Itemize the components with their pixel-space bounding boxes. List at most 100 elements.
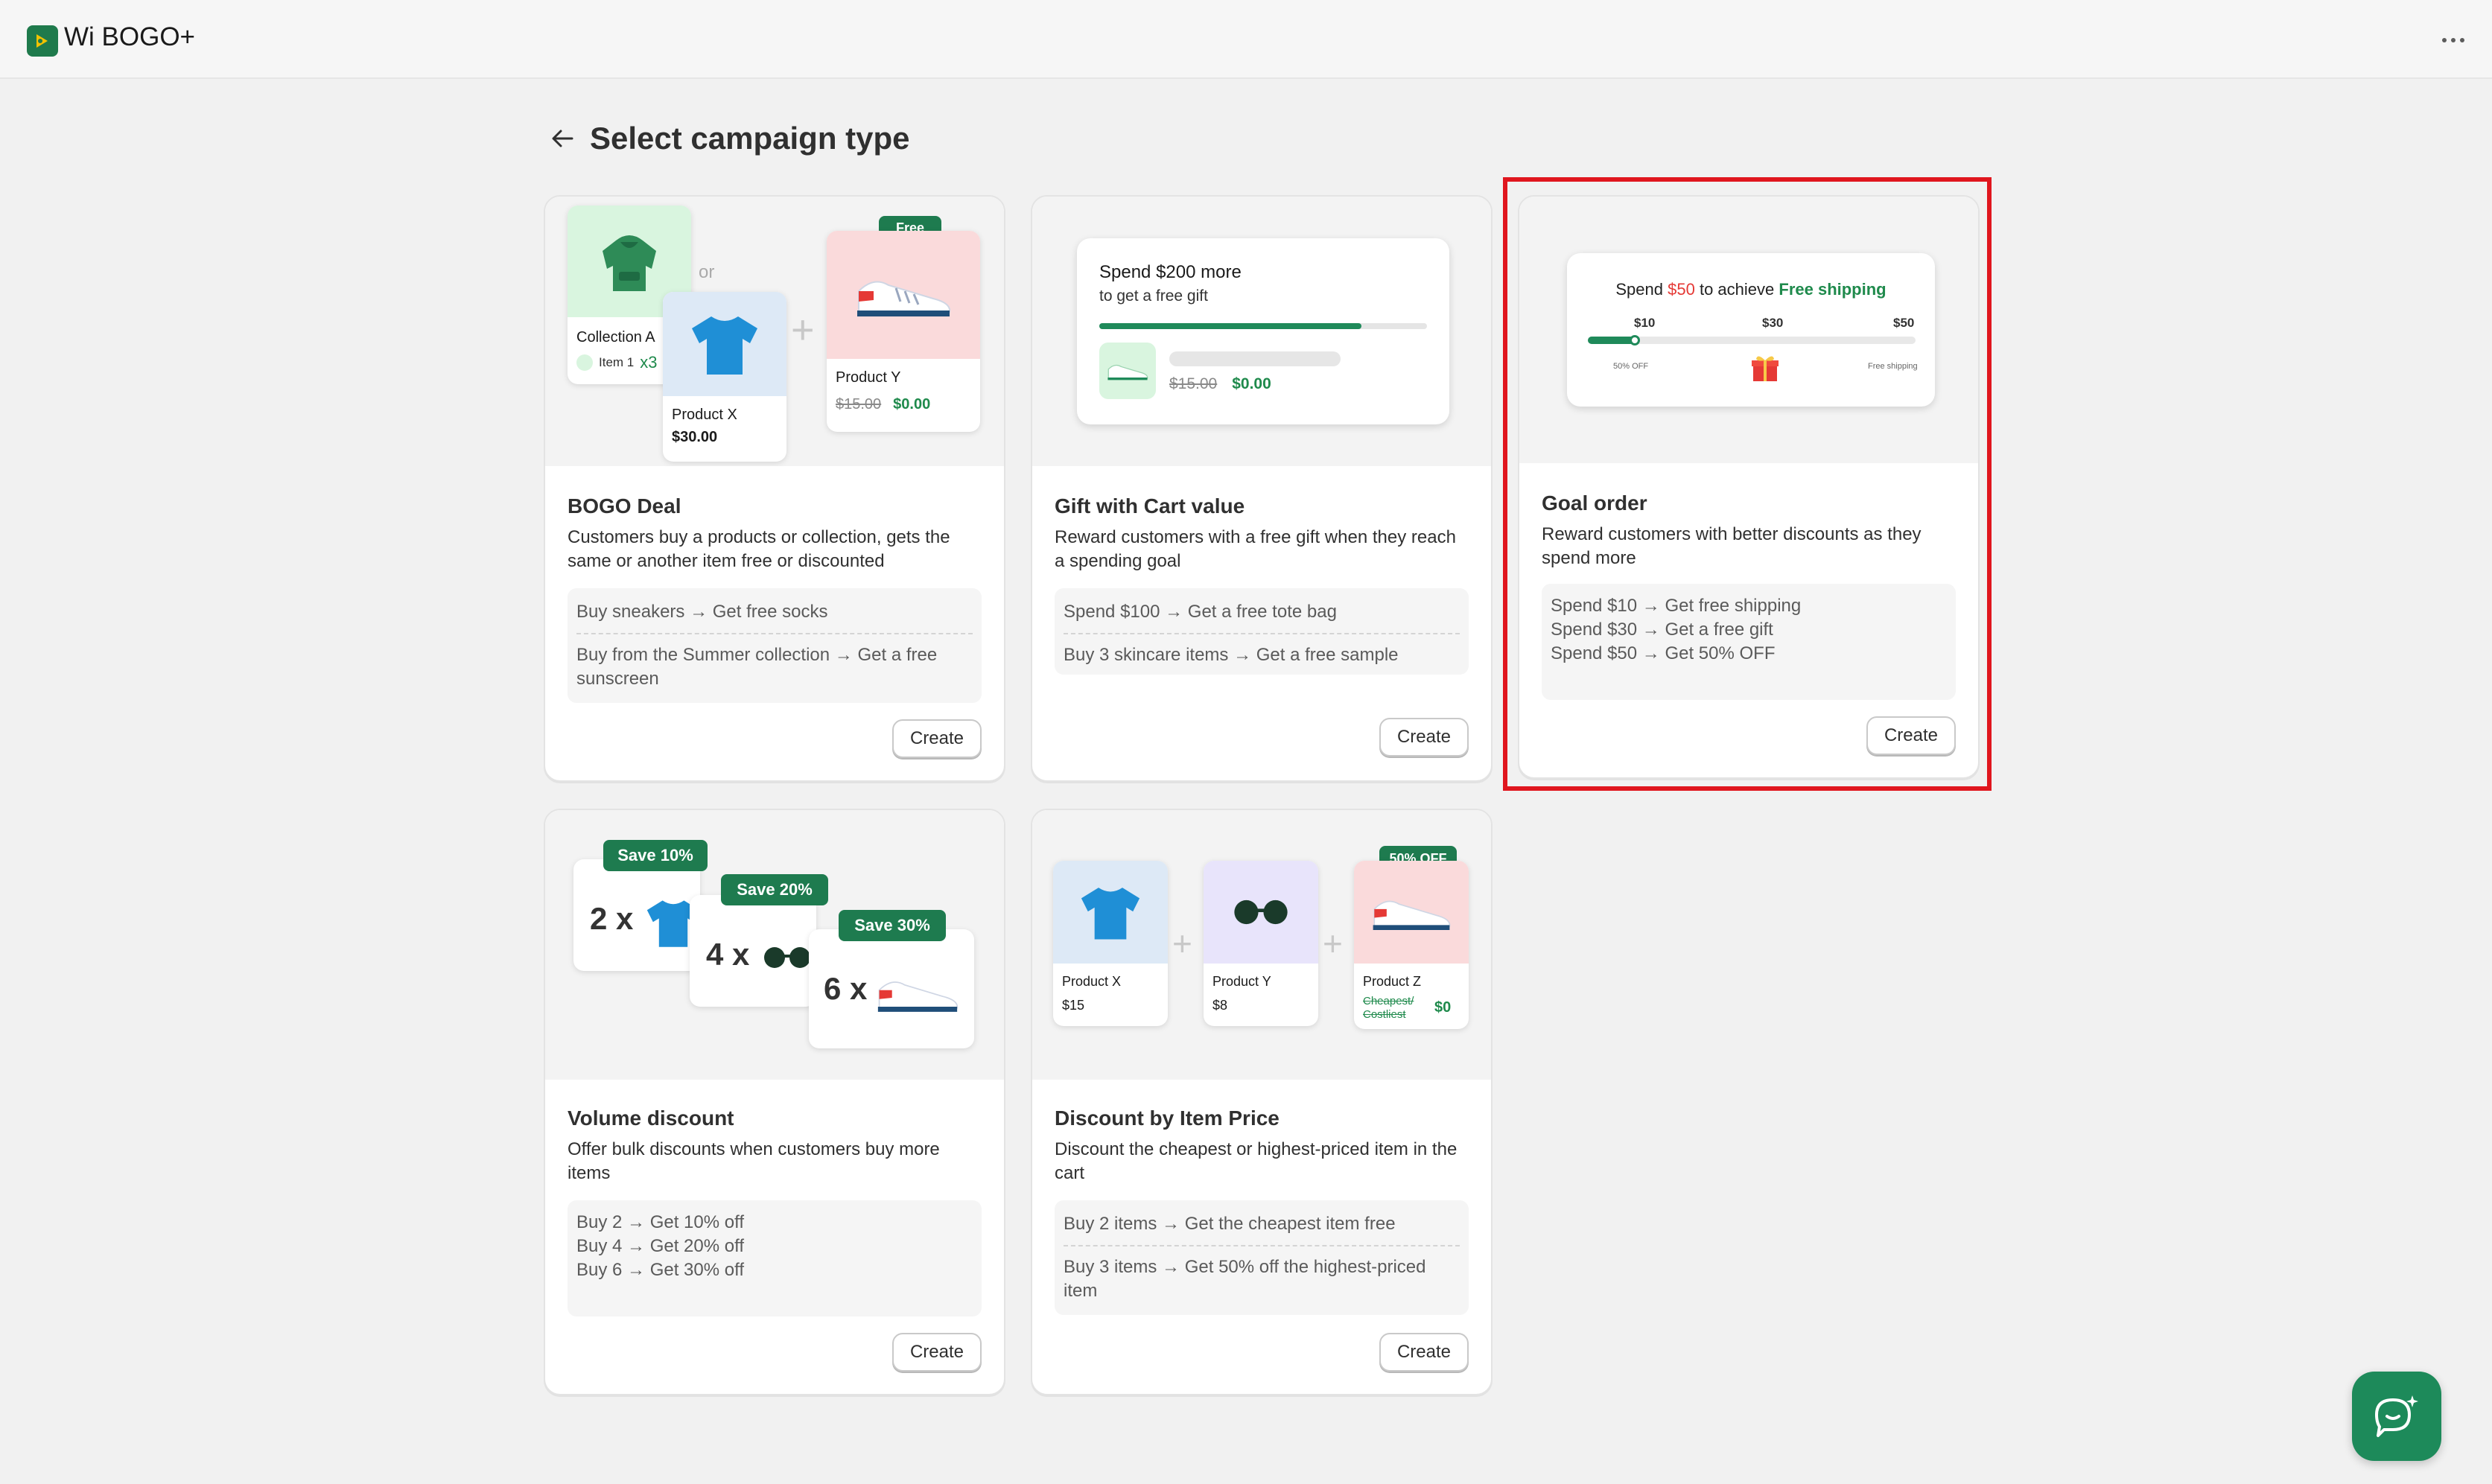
product-y-label: Product Y [836, 369, 901, 386]
volume-tier-card: 4 x [690, 895, 816, 1007]
card-title: Volume discount [568, 1106, 734, 1130]
gift-sneaker-icon [1099, 343, 1156, 399]
create-button-goal[interactable]: Create [1866, 716, 1956, 755]
sunglasses-icon [1234, 899, 1288, 925]
gift-progress-panel: Spend $200 more to get a free gift $15.0… [1077, 238, 1449, 424]
goal-tier-reward: Free shipping [1868, 362, 1918, 371]
example-item: Buy sneakers → Get free socks [576, 602, 828, 622]
goal-tier-label: $50 [1893, 316, 1915, 330]
goal-reward: Free shipping [1779, 280, 1887, 299]
card-examples: Buy sneakers → Get free socks Buy from t… [568, 588, 982, 703]
volume-illustration: 2 x Save 10% 4 x Save 20% 6 x Save 30% [545, 810, 1004, 1080]
example-item: Buy 3 skincare items → Get a free sample [1064, 633, 1460, 672]
volume-qty: 2 x [590, 901, 634, 936]
product-name: Product Y [1212, 974, 1271, 989]
gift-illustration: Spend $200 more to get a free gift $15.0… [1032, 197, 1491, 466]
example-item: Buy 2 → Get 10% off [576, 1212, 745, 1232]
product-price: $15 [1062, 998, 1085, 1013]
tshirt-icon [1081, 888, 1140, 940]
chat-support-icon[interactable] [2352, 1372, 2441, 1461]
product-x-card: Product X $30.00 [663, 292, 786, 462]
goal-progress-track [1588, 335, 1916, 345]
create-button-bogo[interactable]: Create [891, 719, 982, 758]
product-y-new-price: $0.00 [893, 396, 931, 413]
tshirt-icon [692, 316, 757, 375]
card-title: Discount by Item Price [1055, 1106, 1280, 1130]
gift-subline: to get a free gift [1099, 287, 1208, 305]
product-y-old-price: $15.00 [836, 396, 882, 413]
sunglasses-icon [761, 943, 813, 976]
sneaker-icon [1373, 900, 1451, 931]
example-item: Spend $10 → Get free shipping [1551, 596, 1802, 616]
campaign-card-gift: Spend $200 more to get a free gift $15.0… [1031, 195, 1493, 782]
campaign-card-volume: 2 x Save 10% 4 x Save 20% 6 x Save 30% V… [544, 809, 1005, 1395]
goal-tier-reward: 50% OFF [1613, 362, 1649, 371]
gift-headline: Spend $200 more [1099, 262, 1242, 282]
campaign-card-bogo: Collection A Item 1 x3 or Product X $30.… [544, 195, 1005, 782]
example-item: Buy 6 → Get 30% off [576, 1260, 745, 1280]
create-button-item-price[interactable]: Create [1379, 1333, 1469, 1372]
volume-badge: Save 10% [603, 840, 708, 871]
product-x-price: $30.00 [672, 429, 718, 445]
card-examples: Spend $10 → Get free shipping Spend $30 … [1542, 584, 1956, 700]
card-description: Discount the cheapest or highest-priced … [1055, 1139, 1458, 1183]
page-header: Select campaign type [544, 118, 910, 159]
product-new-price: $0 [1434, 999, 1452, 1016]
volume-qty: 6 x [824, 971, 868, 1006]
create-button-volume[interactable]: Create [891, 1333, 982, 1372]
app-title: Wi BOGO+ [64, 22, 195, 51]
volume-tier-card: 2 x [573, 859, 700, 971]
card-title: BOGO Deal [568, 494, 681, 518]
example-item: Buy 4 → Get 20% off [576, 1236, 745, 1256]
item-price-illustration: Product X $15 + Product Y $8 + 50% OFF P… [1032, 810, 1491, 1080]
top-bar: Wi BOGO+ [0, 0, 2492, 79]
product-name: Product Z [1363, 974, 1422, 989]
card-description: Offer bulk discounts when customers buy … [568, 1139, 940, 1183]
volume-qty: 4 x [706, 937, 750, 972]
gift-old-price: $15.00 [1169, 375, 1218, 392]
create-button-gift[interactable]: Create [1379, 718, 1469, 757]
example-item: Spend $100 → Get a free tote bag [1064, 602, 1337, 622]
campaign-card-goal: Spend $50 to achieve Free shipping $10 $… [1518, 195, 1980, 779]
example-item: Buy 2 items → Get the cheapest item free [1064, 1214, 1396, 1234]
plus-icon: + [1323, 924, 1343, 963]
gift-progress-track [1099, 323, 1427, 329]
page-title: Select campaign type [590, 121, 910, 156]
card-title: Gift with Cart value [1055, 494, 1245, 518]
collection-label: Collection A [576, 329, 655, 345]
sneaker-icon [857, 281, 951, 316]
volume-badge: Save 20% [721, 874, 828, 905]
price-product-card: Product Y $8 [1204, 861, 1318, 1026]
gift-placeholder-bar [1169, 351, 1341, 366]
goal-text-mid: to achieve [1699, 280, 1775, 299]
item-label: Item 1 [599, 355, 635, 369]
plus-icon: + [791, 308, 815, 352]
card-examples: Spend $100 → Get a free tote bag Buy 3 s… [1055, 588, 1469, 675]
card-examples: Buy 2 → Get 10% off Buy 4 → Get 20% off … [568, 1200, 982, 1316]
more-options-icon[interactable] [2434, 27, 2473, 54]
product-price: $8 [1212, 998, 1228, 1013]
example-item: Spend $50 → Get 50% OFF [1551, 643, 1776, 663]
example-item: Buy 3 items → Get 50% off the highest-pr… [1064, 1245, 1460, 1308]
card-description: Reward customers with a free gift when t… [1055, 527, 1456, 571]
hoodie-mini-icon [576, 354, 593, 371]
sneaker-icon [873, 971, 962, 1019]
volume-tier-card: 6 x [809, 929, 974, 1048]
example-item: Buy from the Summer collection → Get a f… [576, 633, 973, 695]
gift-progress-fill [1099, 323, 1361, 329]
goal-progress-panel: Spend $50 to achieve Free shipping $10 $… [1567, 253, 1935, 407]
card-title: Goal order [1542, 491, 1647, 515]
example-item: Spend $30 → Get a free gift [1551, 620, 1773, 640]
back-arrow-icon[interactable] [544, 120, 581, 157]
plus-icon: + [1172, 924, 1192, 963]
goal-progress-knob [1630, 335, 1640, 345]
goal-tier-label: $10 [1634, 316, 1656, 330]
product-x-label: Product X [672, 407, 737, 423]
hoodie-icon [603, 235, 656, 291]
card-examples: Buy 2 items → Get the cheapest item free… [1055, 1200, 1469, 1315]
goal-illustration: Spend $50 to achieve Free shipping $10 $… [1519, 197, 1978, 463]
bogo-illustration: Collection A Item 1 x3 or Product X $30.… [545, 197, 1004, 466]
campaign-card-item-price: Product X $15 + Product Y $8 + 50% OFF P… [1031, 809, 1493, 1395]
goal-tier-label: $30 [1762, 316, 1784, 330]
product-old-price: Cheapest/ Costliest [1363, 995, 1414, 1021]
